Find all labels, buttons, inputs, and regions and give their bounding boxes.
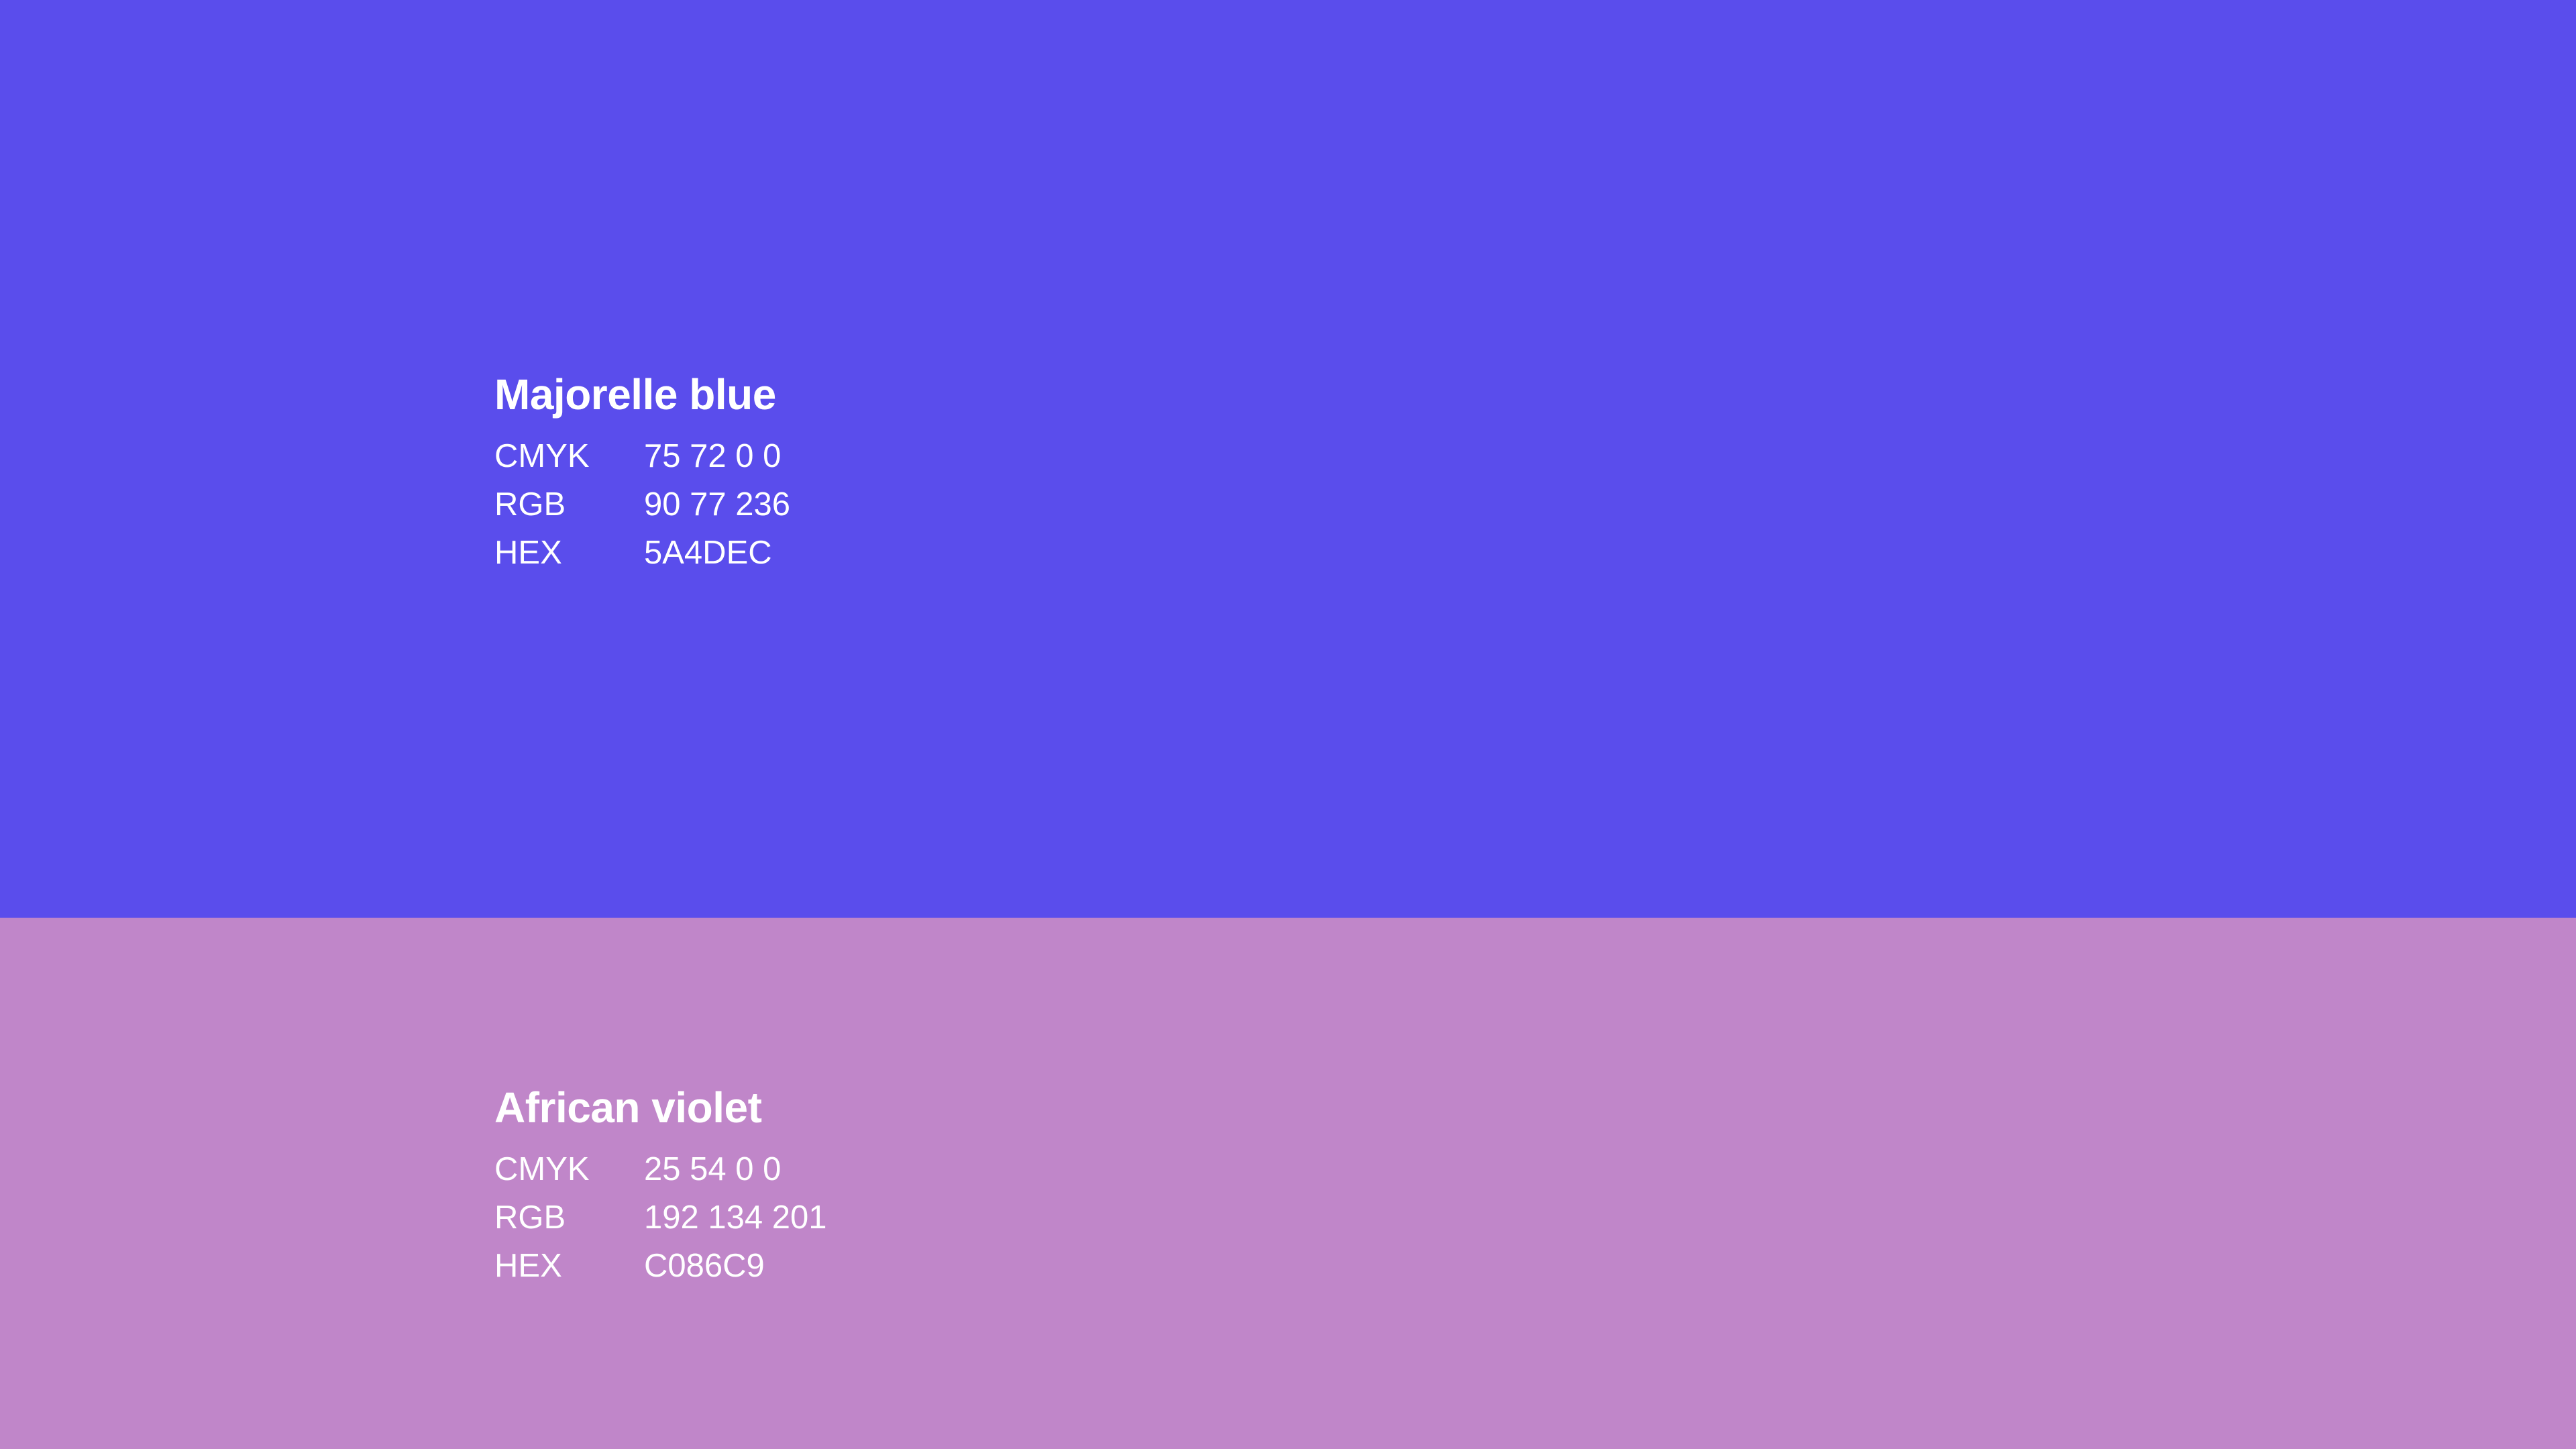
color-swatch-majorelle-blue: Majorelle blue CMYK 75 72 0 0 RGB 90 77 … (0, 0, 2576, 918)
color-value: C086C9 (644, 1248, 765, 1284)
color-info: African violet CMYK 25 54 0 0 RGB 192 13… (494, 1081, 827, 1290)
color-row-hex: HEX C086C9 (494, 1242, 827, 1290)
color-name: Majorelle blue (494, 370, 776, 419)
color-name: African violet (494, 1083, 762, 1132)
color-info: Majorelle blue CMYK 75 72 0 0 RGB 90 77 … (494, 368, 790, 577)
color-row-rgb: RGB 192 134 201 (494, 1193, 827, 1242)
color-value: 5A4DEC (644, 535, 772, 571)
color-value: 90 77 236 (644, 486, 790, 523)
color-value: 75 72 0 0 (644, 438, 782, 474)
color-label: CMYK (494, 438, 590, 474)
color-label: RGB (494, 486, 566, 523)
color-label: HEX (494, 535, 562, 571)
color-swatch-african-violet: African violet CMYK 25 54 0 0 RGB 192 13… (0, 918, 2576, 1449)
color-row-rgb: RGB 90 77 236 (494, 480, 790, 529)
color-label: CMYK (494, 1151, 590, 1187)
color-row-cmyk: CMYK 25 54 0 0 (494, 1145, 827, 1193)
color-row-cmyk: CMYK 75 72 0 0 (494, 432, 790, 480)
color-row-hex: HEX 5A4DEC (494, 529, 790, 577)
color-value: 25 54 0 0 (644, 1151, 782, 1187)
color-label: HEX (494, 1248, 562, 1284)
color-label: RGB (494, 1199, 566, 1236)
color-value: 192 134 201 (644, 1199, 827, 1236)
